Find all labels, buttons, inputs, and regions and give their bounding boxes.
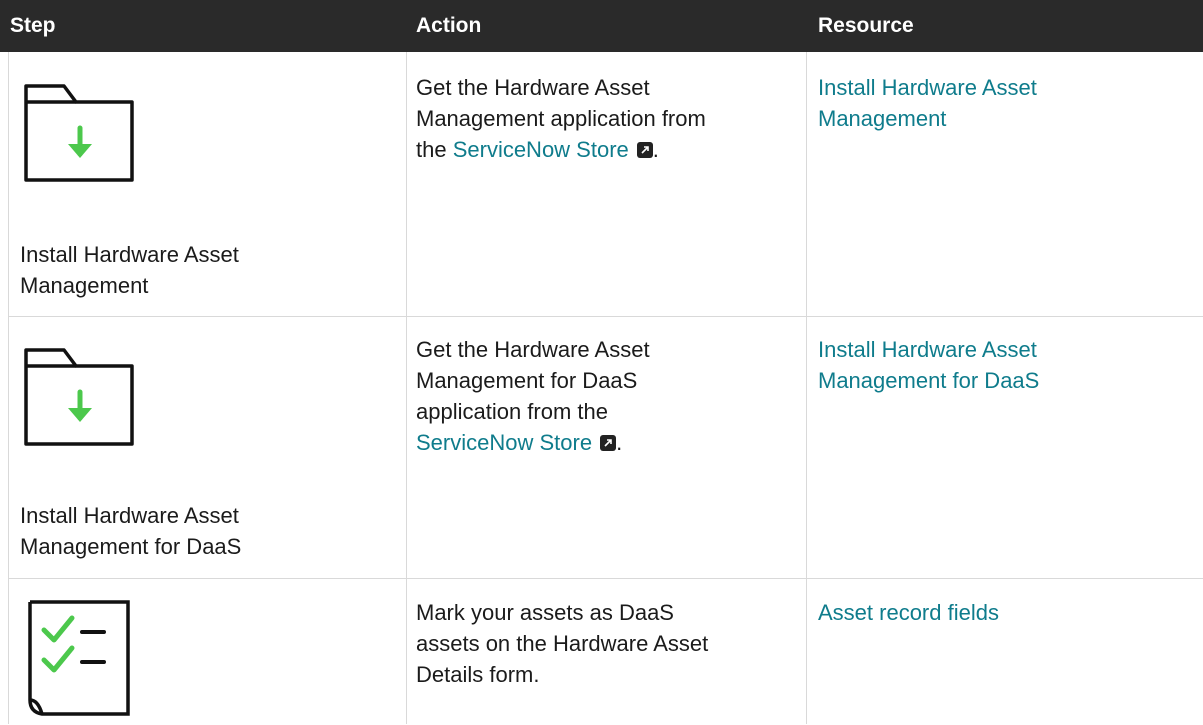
step-label: Install Hardware Asset Management <box>20 242 239 298</box>
checklist-icon <box>24 600 134 725</box>
column-divider <box>406 52 407 724</box>
action-text: Get the Hardware Asset Management for Da… <box>416 337 650 455</box>
external-link-icon[interactable] <box>600 435 617 451</box>
action-text: Get the Hardware Asset Management applic… <box>416 75 706 162</box>
servicenow-store-link[interactable]: ServiceNow Store <box>453 137 629 162</box>
install-ham-link[interactable]: Install Hardware Asset Management <box>818 72 1188 134</box>
header-action: Action <box>416 14 482 37</box>
steps-table: Step Action Resource Install Hardware As… <box>0 0 1203 724</box>
folder-download-icon <box>24 348 136 453</box>
row-divider <box>8 578 1203 579</box>
table-border-left <box>8 52 9 724</box>
header-step: Step <box>10 14 56 37</box>
asset-record-fields-link[interactable]: Asset record fields <box>818 597 1188 628</box>
folder-download-icon <box>24 84 136 189</box>
action-text: Mark your assets as DaaS assets on the H… <box>416 600 709 687</box>
external-link-icon[interactable] <box>636 142 653 158</box>
row-divider <box>8 316 1203 317</box>
install-ham-daas-link[interactable]: Install Hardware Asset Management for Da… <box>818 334 1188 396</box>
column-divider <box>806 52 807 724</box>
step-label: Install Hardware Asset Management for Da… <box>20 503 242 559</box>
header-resource: Resource <box>818 14 914 37</box>
servicenow-store-link[interactable]: ServiceNow Store <box>416 430 592 455</box>
table-header: Step Action Resource <box>0 0 1203 52</box>
